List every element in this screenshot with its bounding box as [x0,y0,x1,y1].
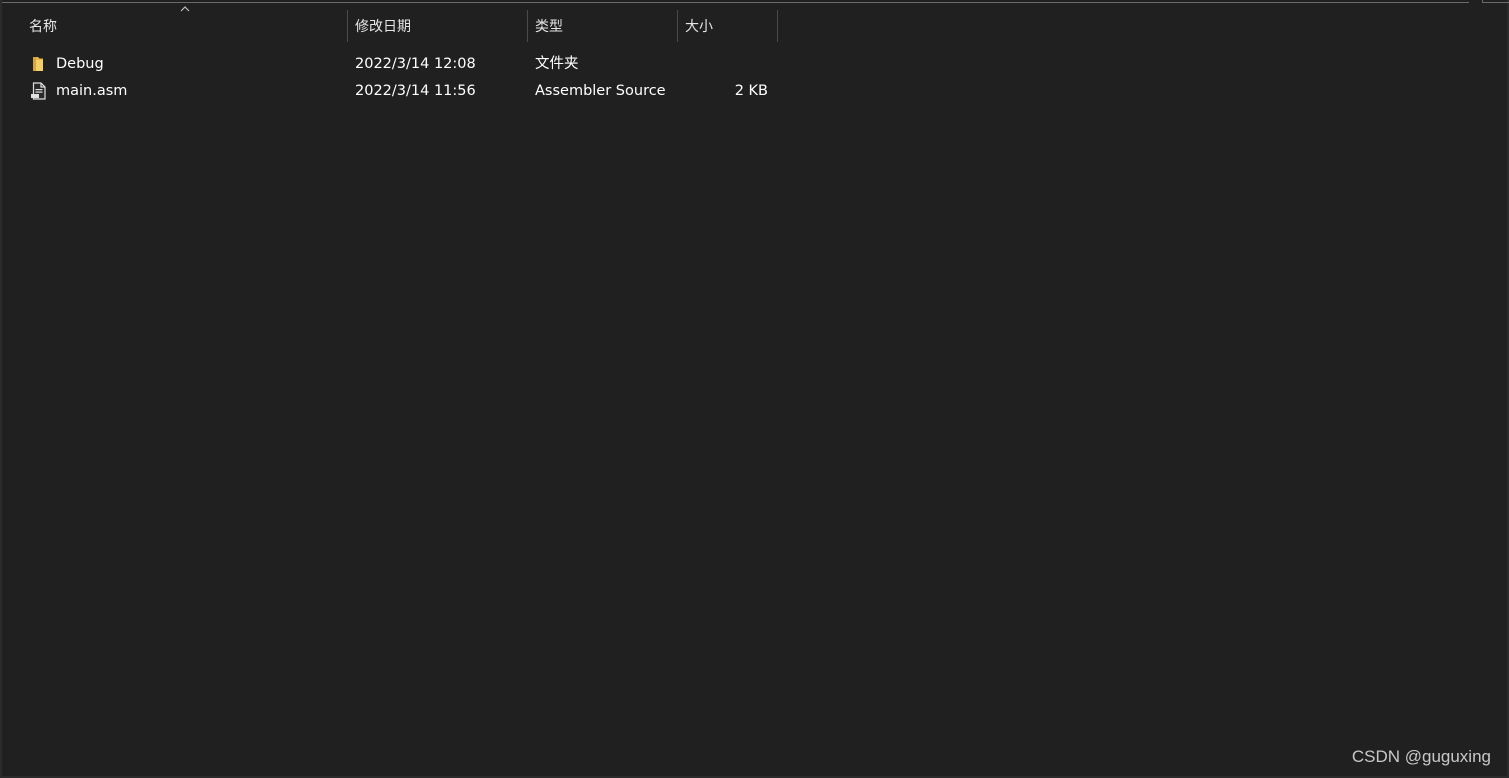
file-size: 2 KB [734,83,768,99]
watermark: CSDN @guguxing [1351,747,1491,766]
column-header-modified-label: 修改日期 [355,19,411,35]
file-type: 文件夹 [535,56,579,72]
folder-icon [33,57,43,71]
asm-file-icon [31,82,46,100]
column-header-size[interactable]: 大小 [678,9,777,43]
file-row-main-asm[interactable]: main.asm 2022/3/14 11:56 Assembler Sourc… [24,78,784,104]
column-header-type-label: 类型 [535,19,563,35]
file-modified: 2022/3/14 12:08 [355,56,476,72]
file-name: main.asm [56,83,128,99]
column-header-name-label: 名称 [29,19,57,35]
top-border-right [1482,0,1509,3]
column-separator[interactable] [777,10,778,42]
file-type: Assembler Source [535,83,666,99]
top-border [2,0,1469,3]
chevron-up-icon [180,6,190,12]
file-modified: 2022/3/14 11:56 [355,83,476,99]
file-name: Debug [56,56,104,72]
column-header-modified[interactable]: 修改日期 [348,9,527,43]
file-row-debug[interactable]: Debug 2022/3/14 12:08 文件夹 [24,51,784,77]
column-header-bar: 名称 修改日期 类型 大小 [2,6,782,43]
file-explorer-window: 名称 修改日期 类型 大小 Debug 2022/3/14 12:08 文件夹 [0,0,1509,778]
column-header-size-label: 大小 [685,19,713,35]
column-header-type[interactable]: 类型 [528,9,677,43]
